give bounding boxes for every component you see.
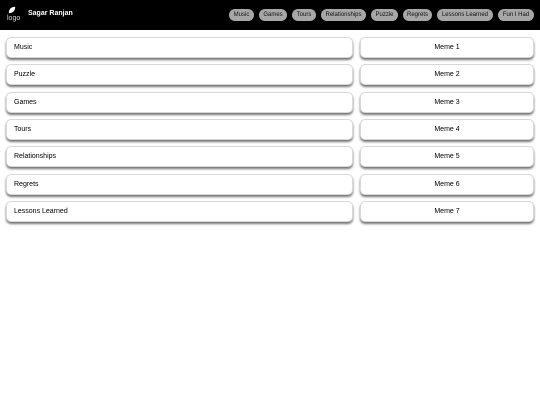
meme-card-7[interactable]: Meme 7 — [360, 201, 534, 222]
meme-card-2[interactable]: Meme 2 — [360, 64, 534, 85]
meme-card-3[interactable]: Meme 3 — [360, 92, 534, 113]
meme-card-4[interactable]: Meme 4 — [360, 119, 534, 140]
topic-card-tours[interactable]: Tours — [6, 119, 353, 140]
nav-tours[interactable]: Tours — [292, 9, 316, 21]
nav-lessons-learned[interactable]: Lessons Learned — [437, 9, 493, 21]
main-nav: Music Games Tours Relationships Puzzle R… — [0, 9, 540, 21]
site-header: logo Sagar Ranjan Music Games Tours Rela… — [0, 0, 540, 30]
nav-music[interactable]: Music — [229, 9, 254, 21]
nav-regrets[interactable]: Regrets — [403, 9, 432, 21]
nav-relationships[interactable]: Relationships — [321, 9, 366, 21]
topic-card-games[interactable]: Games — [6, 92, 353, 113]
topic-card-lessons-learned[interactable]: Lessons Learned — [6, 201, 353, 222]
nav-fun-i-had[interactable]: Fun I Had — [498, 9, 534, 21]
meme-card-6[interactable]: Meme 6 — [360, 174, 534, 195]
nav-puzzle[interactable]: Puzzle — [371, 9, 398, 21]
nav-games[interactable]: Games — [259, 9, 287, 21]
topic-card-puzzle[interactable]: Puzzle — [6, 64, 353, 85]
meme-card-5[interactable]: Meme 5 — [360, 146, 534, 167]
topic-card-relationships[interactable]: Relationships — [6, 146, 353, 167]
meme-card-1[interactable]: Meme 1 — [360, 37, 534, 58]
topic-card-music[interactable]: Music — [6, 37, 353, 58]
topic-card-regrets[interactable]: Regrets — [6, 174, 353, 195]
